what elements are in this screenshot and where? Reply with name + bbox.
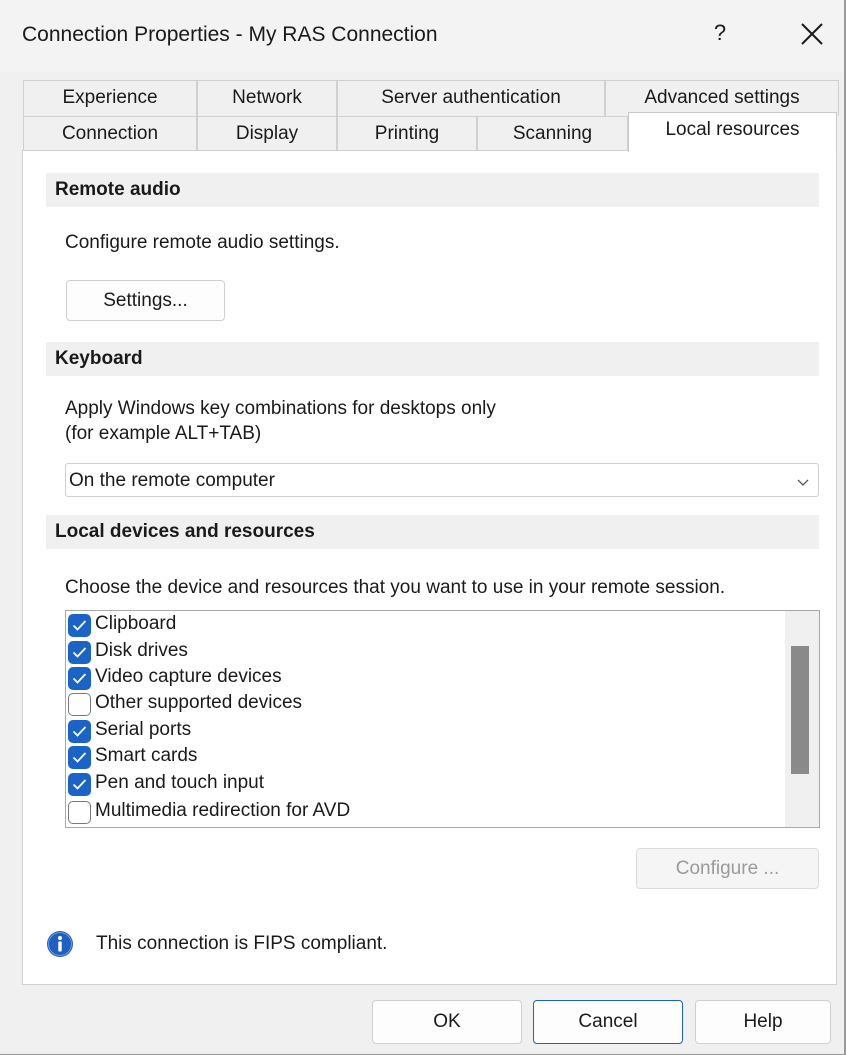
list-item-multimedia-redirection[interactable]: Multimedia redirection for AVD (68, 799, 784, 825)
local-devices-list[interactable]: Clipboard Disk drives Video capture devi… (65, 610, 820, 828)
list-item-label: Video capture devices (95, 666, 282, 687)
audio-settings-button[interactable]: Settings... (66, 280, 225, 321)
keyboard-description-line2: (for example ALT+TAB) (65, 423, 262, 444)
local-devices-description: Choose the device and resources that you… (65, 577, 726, 598)
list-item-pen-and-touch-input[interactable]: Pen and touch input (68, 771, 784, 797)
cancel-button[interactable]: Cancel (533, 1000, 683, 1044)
list-item-label: Clipboard (95, 613, 177, 634)
fips-status-text: This connection is FIPS compliant. (96, 933, 388, 954)
list-item-disk-drives[interactable]: Disk drives (68, 639, 784, 665)
section-header-remote-audio: Remote audio (46, 173, 819, 207)
section-header-local-devices: Local devices and resources (46, 515, 819, 549)
list-item-label: Pen and touch input (95, 772, 265, 793)
list-item-label: Disk drives (95, 640, 188, 661)
list-item-smart-cards[interactable]: Smart cards (68, 744, 784, 770)
list-item-label: Other supported devices (95, 692, 303, 713)
checkbox-checked[interactable] (68, 614, 91, 637)
tab-connection[interactable]: Connection (23, 116, 197, 150)
section-header-keyboard: Keyboard (46, 342, 819, 376)
checkbox-checked[interactable] (68, 773, 91, 796)
tab-local-resources[interactable]: Local resources (628, 112, 837, 152)
info-icon (46, 930, 74, 958)
tab-advanced-settings[interactable]: Advanced settings (605, 80, 839, 116)
keyboard-combination-value: On the remote computer (69, 470, 275, 491)
tab-experience[interactable]: Experience (23, 80, 197, 116)
checkbox-unchecked[interactable] (68, 693, 91, 716)
list-item-clipboard[interactable]: Clipboard (68, 612, 784, 638)
checkbox-checked[interactable] (68, 667, 91, 690)
tab-printing[interactable]: Printing (337, 116, 477, 150)
keyboard-combination-select[interactable]: On the remote computer (65, 463, 819, 497)
list-item-label: Serial ports (95, 719, 192, 740)
list-item-other-supported-devices[interactable]: Other supported devices (68, 691, 784, 717)
tab-network[interactable]: Network (197, 80, 337, 116)
checkbox-checked[interactable] (68, 746, 91, 769)
window-title: Connection Properties - My RAS Connectio… (22, 23, 438, 46)
tab-server-authentication[interactable]: Server authentication (337, 80, 605, 116)
list-item-label: Smart cards (95, 745, 198, 766)
tab-display[interactable]: Display (197, 116, 337, 150)
chevron-down-icon (796, 474, 810, 488)
checkbox-unchecked[interactable] (68, 801, 91, 824)
configure-button[interactable]: Configure ... (636, 848, 819, 889)
ok-button[interactable]: OK (372, 1000, 522, 1044)
help-button[interactable]: Help (695, 1000, 831, 1044)
keyboard-description-line1: Apply Windows key combinations for deskt… (65, 398, 496, 419)
list-item-serial-ports[interactable]: Serial ports (68, 718, 784, 744)
checkbox-checked[interactable] (68, 720, 91, 743)
list-item-video-capture-devices[interactable]: Video capture devices (68, 665, 784, 691)
scrollbar-thumb[interactable] (791, 646, 809, 774)
remote-audio-description: Configure remote audio settings. (65, 232, 340, 253)
close-icon[interactable] (792, 14, 832, 54)
list-scrollbar[interactable] (785, 611, 819, 827)
title-bar: Connection Properties - My RAS Connectio… (0, 0, 844, 72)
checkbox-checked[interactable] (68, 641, 91, 664)
list-item-label: Multimedia redirection for AVD (95, 800, 351, 821)
tab-scanning[interactable]: Scanning (477, 116, 628, 150)
help-icon[interactable]: ? (706, 16, 734, 50)
dialog-window: Connection Properties - My RAS Connectio… (0, 0, 846, 1055)
